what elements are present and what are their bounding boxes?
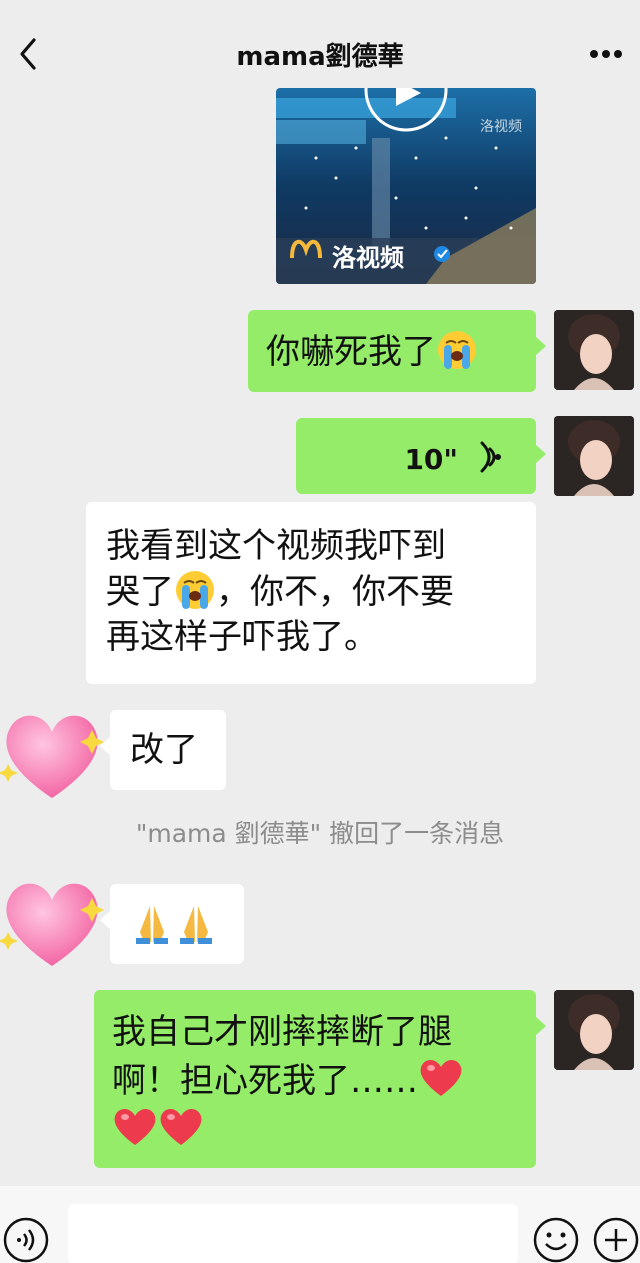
message-text: 改了 (130, 730, 198, 770)
message-line: 哭了 ，你不，你不要 (106, 569, 536, 615)
video-watermark: 洛视频 (480, 119, 522, 135)
message-text: 你嚇死我了 (266, 332, 436, 372)
sent-message-1[interactable]: 你嚇死我了 (248, 310, 546, 392)
received-emoji-message[interactable] (100, 884, 244, 964)
folded-hands-icon (136, 906, 168, 944)
chat-title: mama劉德華 (236, 42, 404, 72)
message-line: 我看到这个视频我吓到 (106, 526, 446, 566)
received-message-long[interactable]: 我看到这个视频我吓到 哭了 ，你不，你不要 再这样子吓我了。 (86, 502, 536, 684)
video-source-label: 洛视频 (332, 244, 404, 272)
red-heart-icon (114, 1108, 156, 1145)
voice-duration: 10" (404, 443, 458, 476)
my-avatar[interactable] (554, 990, 634, 1070)
video-message-card[interactable]: 洛视频 洛视频 (276, 88, 536, 284)
red-heart-icon (420, 1059, 462, 1096)
crying-face-icon (176, 571, 214, 609)
message-line: 啊！担心死我了…… (112, 1056, 536, 1105)
received-message-short[interactable]: 改了 (100, 710, 226, 790)
message-line: 再这样子吓我了。 (106, 617, 378, 657)
red-heart-icon (160, 1108, 202, 1145)
chat-header: mama劉德華 (0, 0, 640, 100)
message-line: 我自己才刚摔摔断了腿 (112, 1012, 452, 1052)
more-dots-icon[interactable] (586, 42, 626, 66)
heart-avatar[interactable] (0, 870, 104, 974)
message-input[interactable] (68, 1204, 518, 1263)
sent-message-long[interactable]: 我自己才刚摔摔断了腿 啊！担心死我了…… (94, 990, 546, 1168)
input-bar (0, 1186, 640, 1263)
folded-hands-icon (180, 906, 212, 944)
my-avatar[interactable] (554, 416, 634, 496)
smiley-icon[interactable] (532, 1216, 580, 1263)
message-line (112, 1105, 536, 1154)
crying-face-icon (438, 331, 476, 369)
voice-input-icon[interactable] (2, 1216, 50, 1263)
recall-notice: "mama 劉德華" 撤回了一条消息 (135, 819, 505, 848)
my-avatar[interactable] (554, 310, 634, 390)
plus-icon[interactable] (592, 1216, 640, 1263)
heart-avatar[interactable] (0, 702, 104, 806)
sent-voice-message[interactable]: 10" (296, 418, 546, 494)
voice-wave-icon (480, 441, 501, 473)
